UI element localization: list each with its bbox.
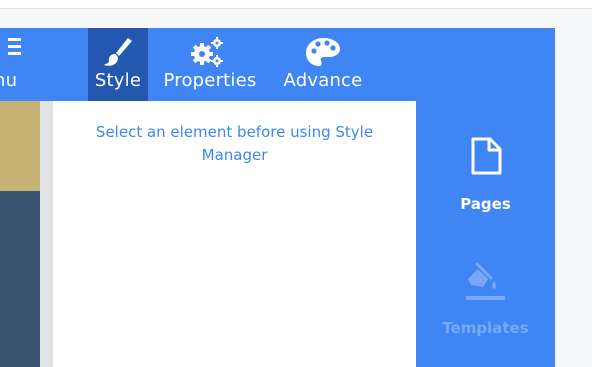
palette-icon: [306, 38, 340, 66]
tab-menu[interactable]: nu: [0, 28, 48, 101]
tab-advance[interactable]: Advance: [276, 28, 370, 101]
top-strip: [0, 0, 592, 9]
style-manager-message: Select an element before using Style Man…: [95, 123, 374, 164]
sidebar-item-pages-label: Pages: [460, 195, 511, 213]
hamburger-icon: [8, 38, 21, 55]
panel-divider: [40, 101, 53, 367]
canvas-preview-gold[interactable]: [0, 101, 40, 191]
style-manager-panel: Select an element before using Style Man…: [53, 101, 416, 367]
sidebar-item-templates[interactable]: Templates: [416, 255, 555, 355]
tab-advance-label: Advance: [283, 70, 363, 91]
page-icon: [471, 137, 502, 175]
gears-icon: [191, 37, 223, 67]
canvas-preview-navy[interactable]: [0, 191, 40, 367]
sidebar-item-pages[interactable]: Pages: [416, 130, 555, 220]
tab-style-label: Style: [94, 70, 142, 91]
paint-bucket-icon: [466, 262, 505, 300]
tab-style[interactable]: Style: [88, 28, 148, 101]
paintbrush-icon: [104, 38, 132, 66]
right-gutter: [555, 9, 592, 367]
tab-properties-label: Properties: [163, 70, 257, 91]
tab-properties[interactable]: Properties: [157, 28, 263, 101]
sidebar-item-templates-label: Templates: [442, 319, 529, 337]
tab-menu-label: nu: [0, 70, 18, 91]
